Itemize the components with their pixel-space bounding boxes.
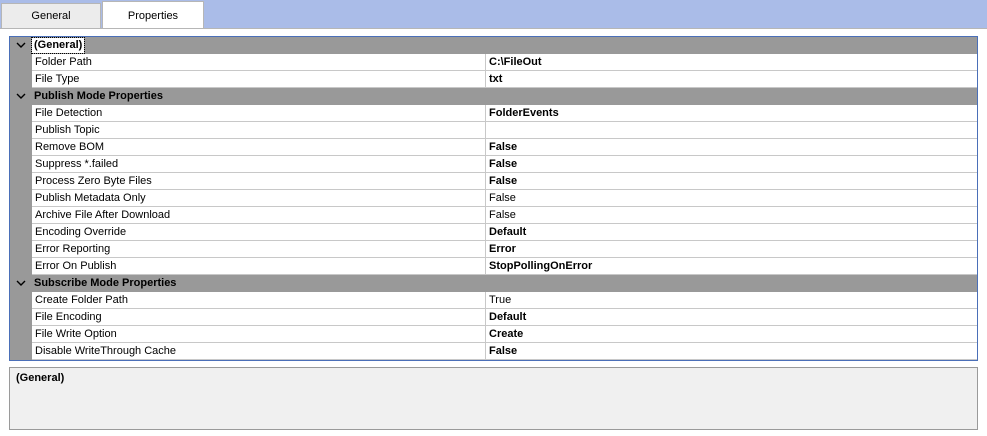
row-gutter <box>10 156 32 173</box>
property-row[interactable]: Disable WriteThrough Cache False <box>10 343 977 360</box>
row-gutter <box>10 224 32 241</box>
property-row[interactable]: Publish Topic <box>10 122 977 139</box>
property-name[interactable]: Create Folder Path <box>32 292 486 309</box>
property-value[interactable]: StopPollingOnError <box>486 258 977 275</box>
property-row[interactable]: Error On Publish StopPollingOnError <box>10 258 977 275</box>
property-value[interactable]: Error <box>486 241 977 258</box>
row-gutter <box>10 258 32 275</box>
property-name[interactable]: Disable WriteThrough Cache <box>32 343 486 360</box>
description-title: (General) <box>16 372 65 384</box>
property-value[interactable] <box>486 122 977 139</box>
property-value[interactable]: True <box>486 292 977 309</box>
chevron-down-icon[interactable] <box>15 40 27 50</box>
row-gutter <box>10 190 32 207</box>
row-gutter <box>10 326 32 343</box>
property-value[interactable]: Default <box>486 309 977 326</box>
property-value[interactable]: Default <box>486 224 977 241</box>
row-gutter <box>10 309 32 326</box>
row-gutter <box>10 292 32 309</box>
category-label: Subscribe Mode Properties <box>34 277 177 289</box>
category-row[interactable]: Subscribe Mode Properties <box>10 275 977 292</box>
property-name[interactable]: Suppress *.failed <box>32 156 486 173</box>
property-value[interactable]: Create <box>486 326 977 343</box>
property-row[interactable]: Create Folder Path True <box>10 292 977 309</box>
property-name[interactable]: Encoding Override <box>32 224 486 241</box>
description-pane: (General) <box>9 367 978 430</box>
category-label: (General) <box>30 37 86 54</box>
property-row[interactable]: File Type txt <box>10 71 977 88</box>
tab-properties-label: Properties <box>127 9 179 22</box>
property-name[interactable]: Publish Metadata Only <box>32 190 486 207</box>
property-value[interactable]: FolderEvents <box>486 105 977 122</box>
row-gutter <box>10 54 32 71</box>
row-gutter <box>10 241 32 258</box>
property-value[interactable]: False <box>486 343 977 360</box>
property-row[interactable]: Archive File After Download False <box>10 207 977 224</box>
tab-general[interactable]: General <box>1 3 101 28</box>
property-grid[interactable]: (General) Folder Path C:\FileOut File Type t… <box>9 36 978 361</box>
property-row[interactable]: Publish Metadata Only False <box>10 190 977 207</box>
chevron-down-icon[interactable] <box>15 91 27 101</box>
property-row[interactable]: Encoding Override Default <box>10 224 977 241</box>
tab-bar: General Properties <box>0 0 987 29</box>
row-gutter <box>10 122 32 139</box>
property-row[interactable]: Process Zero Byte Files False <box>10 173 977 190</box>
property-row[interactable]: File Detection FolderEvents <box>10 105 977 122</box>
property-name[interactable]: Archive File After Download <box>32 207 486 224</box>
property-row[interactable]: File Encoding Default <box>10 309 977 326</box>
property-value[interactable]: False <box>486 139 977 156</box>
property-row[interactable]: Folder Path C:\FileOut <box>10 54 977 71</box>
property-value[interactable]: C:\FileOut <box>486 54 977 71</box>
category-label: Publish Mode Properties <box>34 90 163 102</box>
property-name[interactable]: Error Reporting <box>32 241 486 258</box>
property-value[interactable]: False <box>486 173 977 190</box>
property-name[interactable]: Remove BOM <box>32 139 486 156</box>
property-name[interactable]: Error On Publish <box>32 258 486 275</box>
property-name[interactable]: File Write Option <box>32 326 486 343</box>
row-gutter <box>10 71 32 88</box>
property-row[interactable]: Error Reporting Error <box>10 241 977 258</box>
property-name[interactable]: Folder Path <box>32 54 486 71</box>
tab-properties[interactable]: Properties <box>102 1 204 29</box>
row-gutter <box>10 139 32 156</box>
property-row[interactable]: Remove BOM False <box>10 139 977 156</box>
row-gutter <box>10 173 32 190</box>
property-value[interactable]: False <box>486 156 977 173</box>
property-name[interactable]: Process Zero Byte Files <box>32 173 486 190</box>
category-row[interactable]: Publish Mode Properties <box>10 88 977 105</box>
property-name[interactable]: File Encoding <box>32 309 486 326</box>
property-row[interactable]: Suppress *.failed False <box>10 156 977 173</box>
property-value[interactable]: False <box>486 207 977 224</box>
property-value[interactable]: txt <box>486 71 977 88</box>
property-name[interactable]: File Detection <box>32 105 486 122</box>
property-name[interactable]: File Type <box>32 71 486 88</box>
property-name[interactable]: Publish Topic <box>32 122 486 139</box>
row-gutter <box>10 105 32 122</box>
row-gutter <box>10 343 32 360</box>
row-gutter <box>10 207 32 224</box>
property-row[interactable]: File Write Option Create <box>10 326 977 343</box>
property-value[interactable]: False <box>486 190 977 207</box>
category-row[interactable]: (General) <box>10 37 977 54</box>
properties-panel: (General) Folder Path C:\FileOut File Type t… <box>0 28 987 436</box>
tab-general-label: General <box>31 10 71 22</box>
chevron-down-icon[interactable] <box>15 278 27 288</box>
